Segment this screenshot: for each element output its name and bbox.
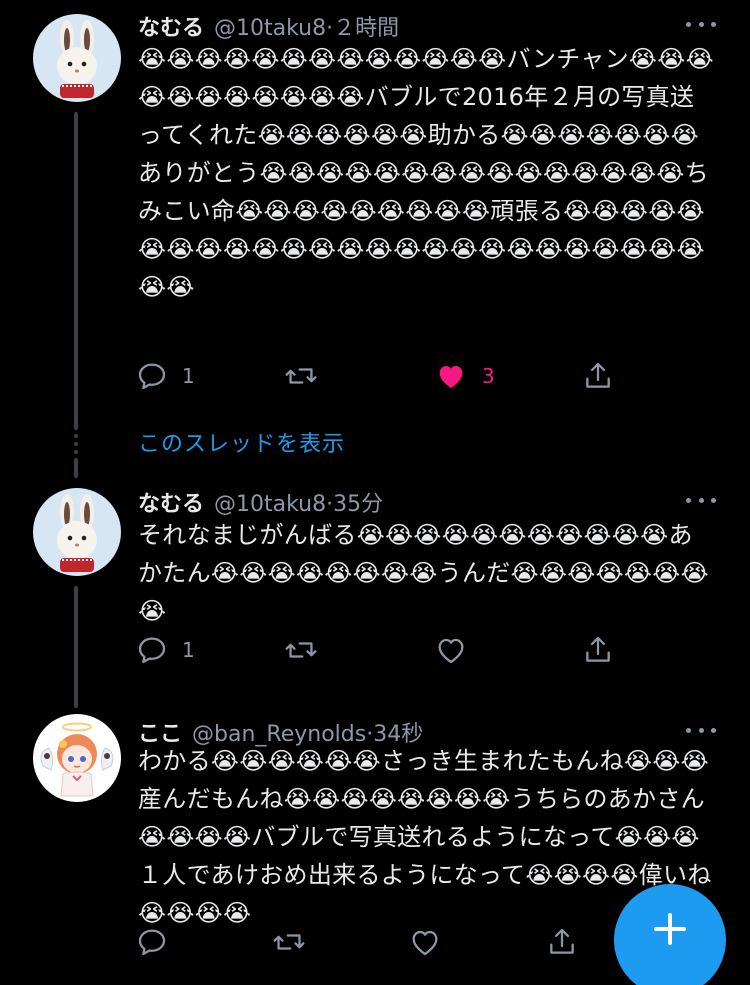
display-name[interactable]: なむる	[138, 486, 204, 518]
angel-girl-icon	[33, 714, 121, 802]
tweet-2[interactable]: なむる @10taku8 ·35分 それなまじがんばる😭😭😭😭😭😭😭😭😭😭😭あか…	[0, 476, 750, 706]
plus-icon	[654, 913, 686, 945]
share-icon	[550, 928, 574, 954]
show-thread-link[interactable]: このスレッドを表示	[138, 426, 345, 458]
reply-button[interactable]: 1	[136, 630, 195, 670]
avatar[interactable]	[33, 488, 121, 576]
timestamp[interactable]: ·２時間	[326, 10, 399, 42]
reply-icon	[138, 363, 166, 390]
share-button[interactable]	[582, 630, 614, 670]
tweet-actions	[136, 922, 636, 962]
retweet-icon	[285, 642, 317, 658]
tweet-actions: 1 3	[136, 356, 636, 396]
thread-line-mid	[74, 458, 78, 478]
tweet-text: 😭😭😭😭😭😭😭😭😭😭😭😭😭バンチャン😭😭😭😭😭😭😭😭😭😭😭バブルで2016年２月…	[138, 45, 714, 301]
share-icon	[586, 362, 610, 388]
tweet-actions: 1	[136, 630, 636, 670]
retweet-button[interactable]	[272, 922, 320, 962]
avatar[interactable]	[33, 714, 121, 802]
tweet-text: それなまじがんばる😭😭😭😭😭😭😭😭😭😭😭あかたん😭😭😭😭😭😭😭😭うんだ😭😭😭😭😭…	[138, 521, 709, 625]
reply-icon	[138, 929, 166, 956]
tweet-1[interactable]: なむる @10taku8 ·２時間 😭😭😭😭😭😭😭😭😭😭😭😭😭バンチャン😭😭😭😭…	[0, 0, 750, 430]
retweet-icon	[273, 934, 305, 950]
share-button[interactable]	[582, 356, 614, 396]
avatar[interactable]	[33, 14, 121, 102]
tweet-header: なむる @10taku8 ·２時間	[138, 10, 399, 42]
like-button[interactable]: 3	[434, 356, 495, 396]
heart-icon	[412, 930, 438, 956]
tweet-header: なむる @10taku8 ·35分	[138, 486, 383, 518]
more-options-icon[interactable]	[686, 720, 716, 740]
retweet-button[interactable]	[284, 356, 332, 396]
heart-filled-icon	[439, 366, 463, 388]
reply-icon	[138, 637, 166, 664]
share-icon	[586, 636, 610, 662]
reply-count: 1	[182, 638, 195, 662]
user-handle[interactable]: @10taku8	[214, 16, 326, 41]
reply-button[interactable]	[136, 922, 182, 962]
reply-count: 1	[182, 364, 195, 388]
like-button[interactable]	[434, 630, 482, 670]
rabbit-icon	[33, 488, 121, 576]
display-name[interactable]: なむる	[138, 10, 204, 42]
rabbit-icon	[33, 14, 121, 102]
more-options-icon[interactable]	[686, 14, 716, 34]
like-button[interactable]	[408, 922, 456, 962]
thread-ellipsis	[73, 434, 79, 458]
user-handle[interactable]: @10taku8	[214, 492, 326, 517]
like-count: 3	[482, 364, 495, 388]
share-button[interactable]	[546, 922, 578, 962]
heart-icon	[438, 638, 464, 664]
timestamp[interactable]: ·35分	[326, 486, 383, 518]
retweet-icon	[285, 368, 317, 384]
more-options-icon[interactable]	[686, 490, 716, 510]
retweet-button[interactable]	[284, 630, 332, 670]
reply-button[interactable]: 1	[136, 356, 195, 396]
compose-tweet-button[interactable]	[614, 884, 726, 985]
